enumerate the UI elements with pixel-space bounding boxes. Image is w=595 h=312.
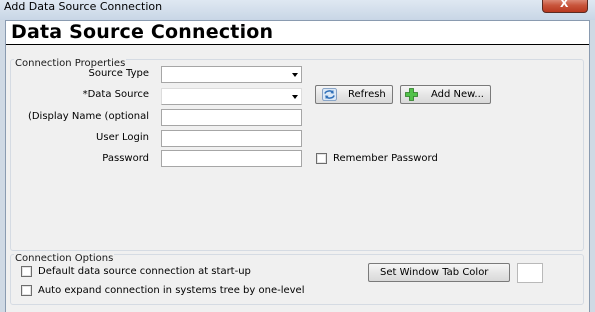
- close-icon: X: [560, 0, 569, 10]
- add-new-label: Add New...: [431, 89, 484, 100]
- window-close-button[interactable]: X: [542, 0, 588, 13]
- data-source-label: *Data Source: [82, 89, 149, 100]
- remember-password-checkbox[interactable]: [316, 153, 327, 164]
- auto-expand-checkbox[interactable]: [21, 285, 32, 296]
- chevron-down-icon: [292, 95, 298, 99]
- plus-icon: [405, 88, 418, 101]
- connection-options-legend: Connection Options: [14, 253, 115, 264]
- user-login-input[interactable]: [161, 130, 302, 147]
- remember-password-label: Remember Password: [333, 153, 438, 164]
- dialog-banner: Data Source Connection: [6, 21, 589, 45]
- dialog-client-area: Data Source Connection Connection Proper…: [5, 20, 590, 312]
- tab-color-swatch[interactable]: [517, 263, 543, 283]
- password-input[interactable]: [161, 150, 302, 167]
- display-name-label: (Display Name (optional: [27, 111, 149, 122]
- source-type-label: Source Type: [88, 68, 150, 79]
- window-titlebar: Add Data Source Connection X: [0, 0, 595, 20]
- user-login-label: User Login: [96, 132, 149, 143]
- refresh-label: Refresh: [348, 89, 386, 100]
- auto-expand-label: Auto expand connection in systems tree b…: [38, 285, 305, 296]
- password-label: Password: [102, 153, 149, 164]
- data-source-select[interactable]: [161, 88, 302, 105]
- set-window-tab-color-label: Set Window Tab Color: [380, 267, 489, 278]
- chevron-down-icon: [292, 73, 298, 77]
- refresh-icon: [322, 88, 337, 101]
- add-new-button[interactable]: Add New...: [400, 85, 491, 104]
- banner-title: Data Source Connection: [11, 21, 274, 43]
- source-type-select[interactable]: [161, 66, 302, 83]
- set-window-tab-color-button[interactable]: Set Window Tab Color: [368, 263, 510, 282]
- default-connection-checkbox[interactable]: [21, 266, 32, 277]
- refresh-button[interactable]: Refresh: [315, 85, 393, 104]
- default-connection-label: Default data source connection at start-…: [38, 266, 251, 277]
- window-title: Add Data Source Connection: [4, 0, 163, 13]
- display-name-input[interactable]: [161, 109, 302, 126]
